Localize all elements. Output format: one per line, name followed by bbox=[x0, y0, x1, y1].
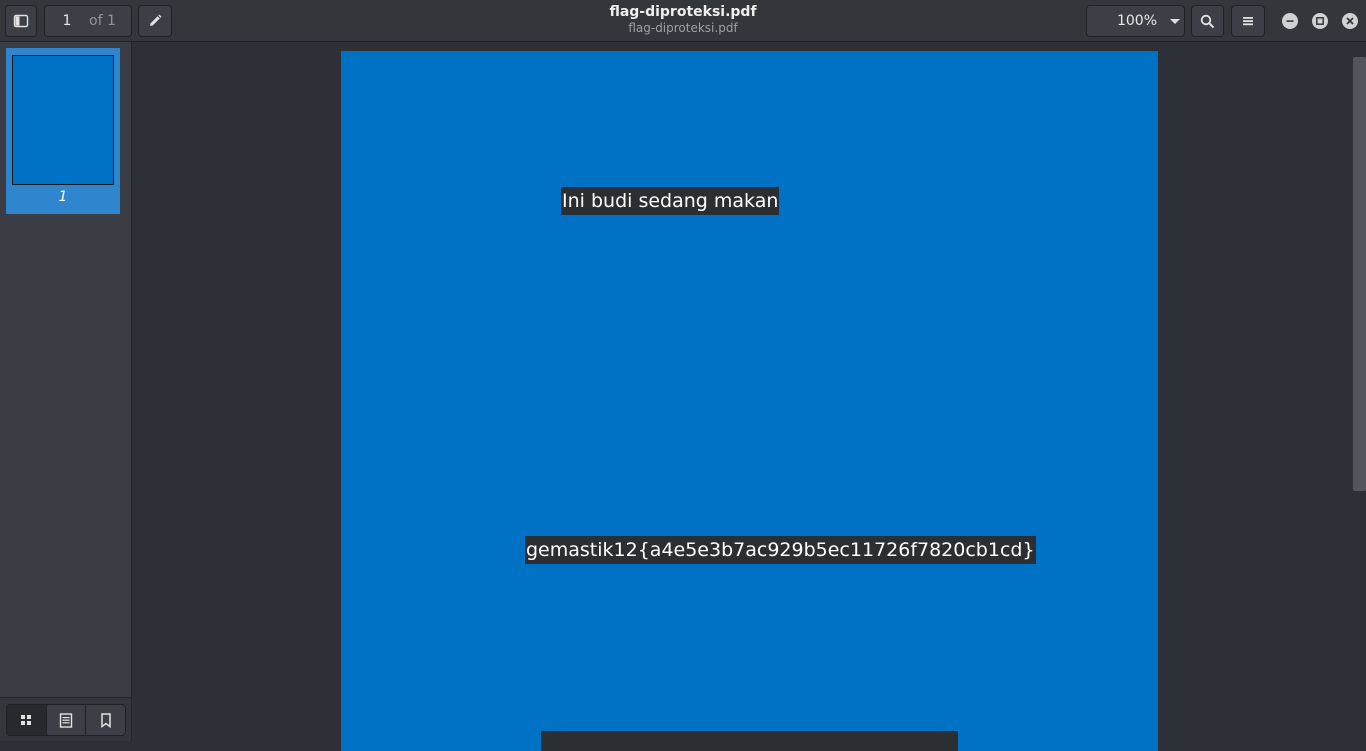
zoom-select[interactable]: 100% bbox=[1086, 5, 1185, 37]
pdf-page: Ini budi sedang makan gemastik12{a4e5e3b… bbox=[341, 51, 1158, 751]
outline-icon bbox=[59, 712, 73, 728]
page-current-input[interactable]: 1 bbox=[45, 13, 89, 29]
page-text-flag: gemastik12{a4e5e3b7ac929b5ec11726f7820cb… bbox=[525, 536, 1036, 564]
pencil-icon bbox=[150, 14, 162, 26]
chevron-down-icon bbox=[1170, 18, 1180, 24]
page-number-field[interactable]: 1 of 1 bbox=[44, 5, 132, 37]
thumbnails-icon bbox=[21, 715, 32, 725]
zoom-value: 100% bbox=[1116, 13, 1157, 29]
search-icon bbox=[1200, 14, 1215, 28]
page-thumbnail[interactable]: 1 bbox=[6, 48, 120, 214]
page-text-line: Ini budi sedang makan bbox=[561, 187, 780, 215]
thumbnails-tab[interactable] bbox=[7, 705, 47, 735]
close-button[interactable] bbox=[1342, 13, 1358, 29]
page-redaction-block bbox=[541, 731, 958, 751]
page-count-label: of 1 bbox=[89, 13, 116, 29]
sidebar-footer bbox=[0, 697, 131, 741]
document-title: flag-diproteksi.pdf bbox=[609, 4, 757, 20]
minimize-button[interactable] bbox=[1282, 13, 1298, 29]
menu-button[interactable] bbox=[1231, 5, 1265, 37]
scrollbar-thumb[interactable] bbox=[1353, 57, 1366, 491]
bookmarks-icon bbox=[100, 712, 111, 728]
sidebar-toggle-button[interactable] bbox=[5, 5, 37, 37]
minimize-icon bbox=[1286, 20, 1294, 22]
window-title: flag-diproteksi.pdf flag-diproteksi.pdf bbox=[483, 4, 883, 36]
vertical-scrollbar[interactable] bbox=[1352, 56, 1366, 741]
sidebar-view-switcher bbox=[6, 704, 126, 736]
document-view[interactable]: Ini budi sedang makan gemastik12{a4e5e3b… bbox=[133, 42, 1366, 751]
sidebar: 1 bbox=[0, 42, 132, 741]
sidebar-toggle-icon bbox=[13, 14, 29, 28]
hamburger-menu-icon bbox=[1243, 17, 1253, 26]
search-button[interactable] bbox=[1191, 5, 1224, 37]
maximize-button[interactable] bbox=[1312, 13, 1328, 29]
document-subtitle: flag-diproteksi.pdf bbox=[628, 21, 738, 35]
close-icon bbox=[1346, 17, 1354, 25]
maximize-icon bbox=[1316, 17, 1324, 25]
header-bar: 1 of 1 flag-diproteksi.pdf flag-diprotek… bbox=[0, 0, 1366, 42]
bookmarks-tab[interactable] bbox=[86, 705, 125, 735]
thumbnail-label: 1 bbox=[58, 189, 68, 205]
outline-tab[interactable] bbox=[47, 705, 87, 735]
annotate-button[interactable] bbox=[138, 5, 172, 37]
thumbnail-image bbox=[12, 55, 114, 185]
